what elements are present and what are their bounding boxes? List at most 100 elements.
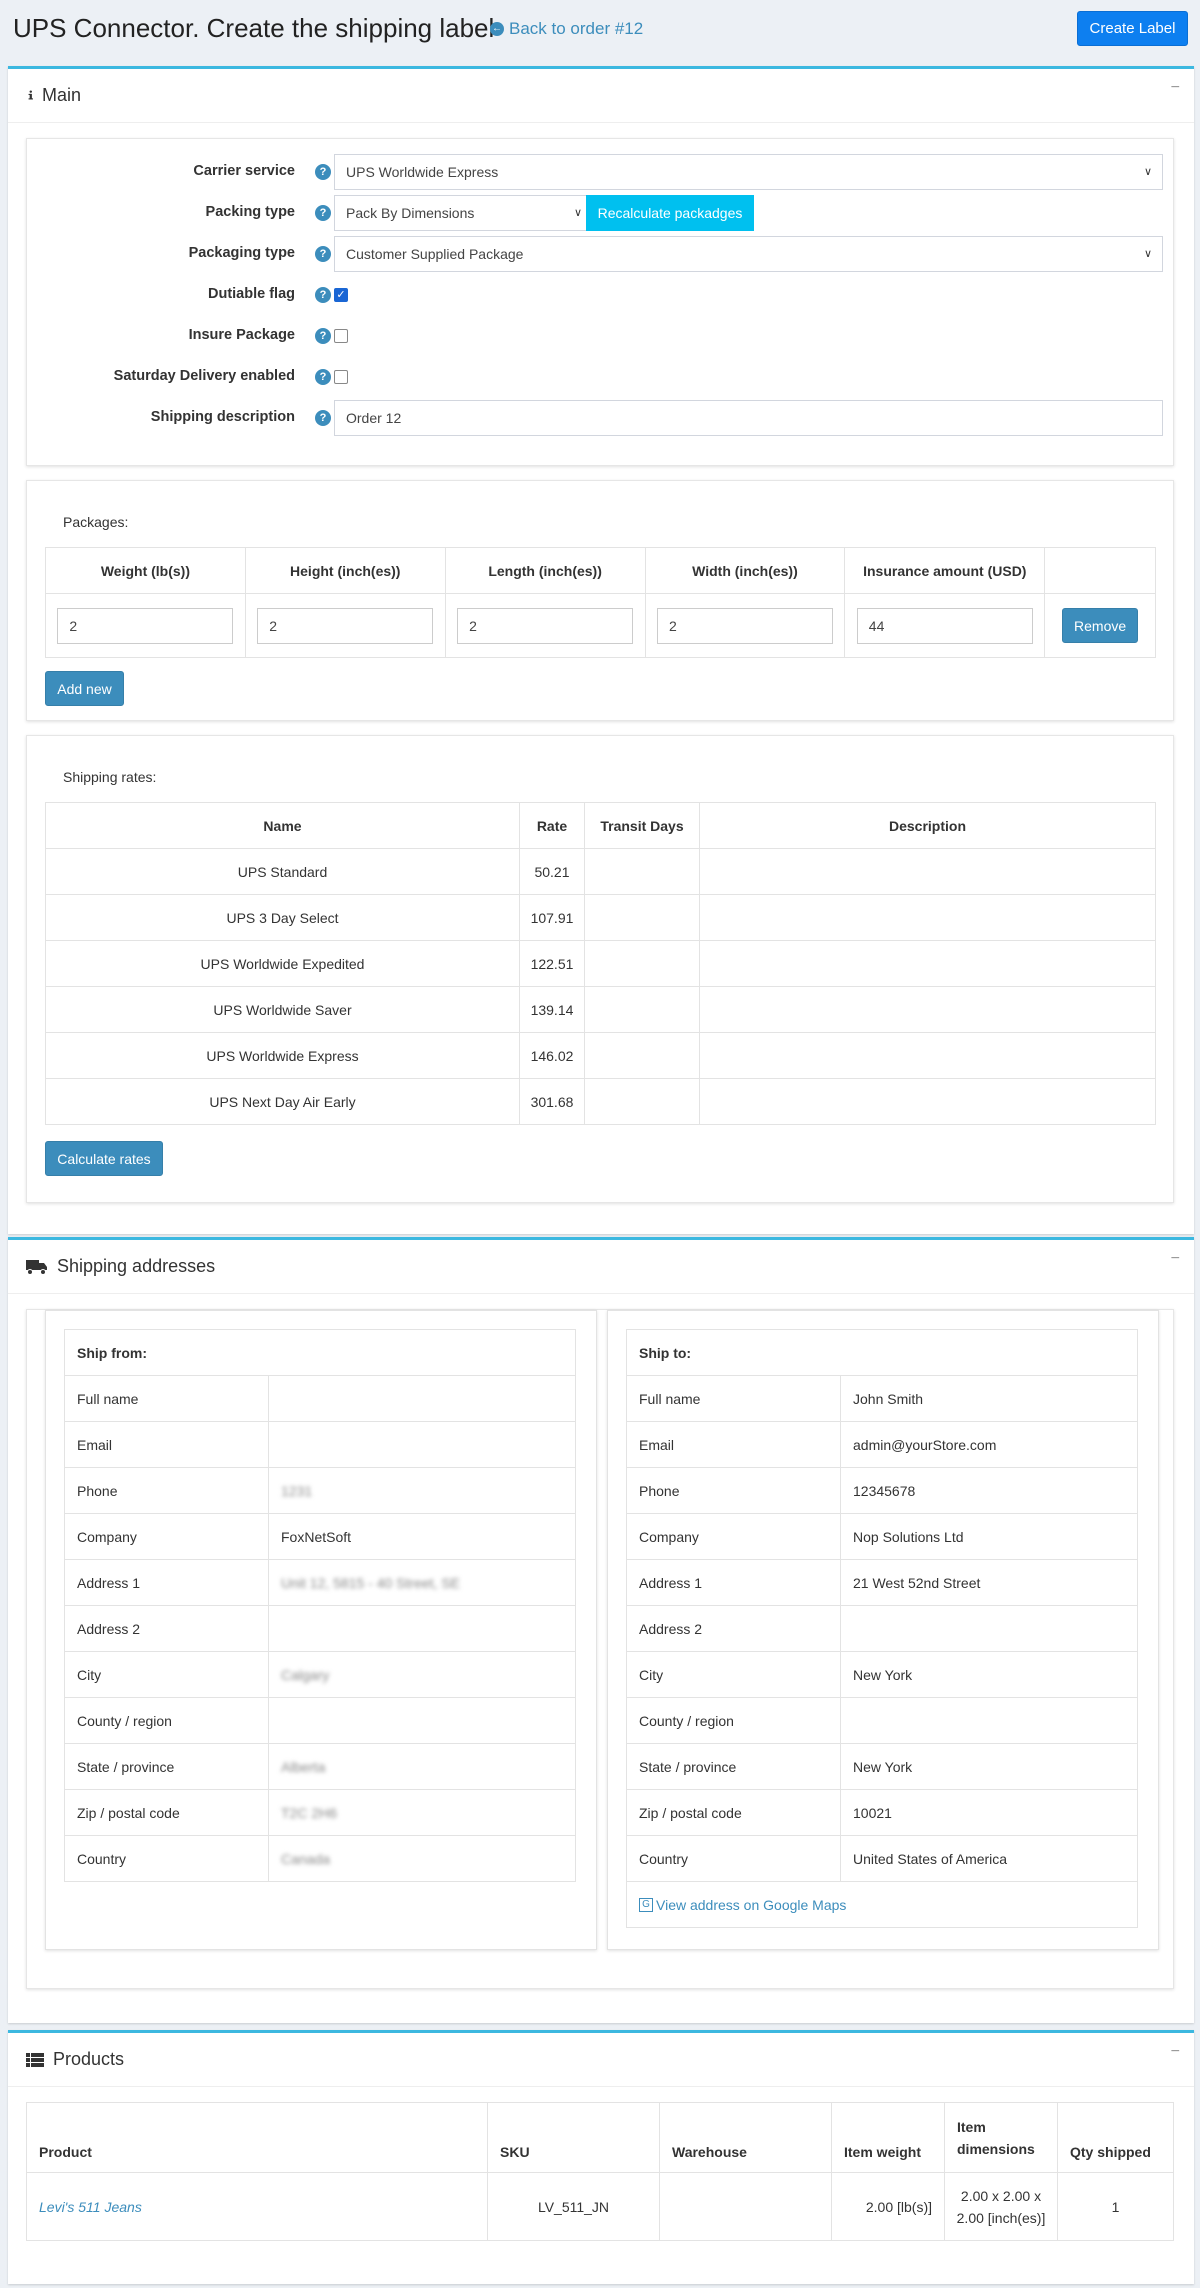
help-icon[interactable]: ? bbox=[315, 328, 331, 344]
dutiable-row: Dutiable flag ? ✓ bbox=[27, 277, 1175, 313]
saturday-label: Saturday Delivery enabled bbox=[113, 368, 295, 384]
products-card-title: Products bbox=[53, 2049, 125, 2069]
addresses-card: Shipping addresses − Ship from: Full nam… bbox=[8, 1237, 1194, 2023]
col-width: Width (inch(es)) bbox=[644, 547, 846, 594]
ship-to-heading: Ship to: bbox=[626, 1329, 1138, 1376]
warehouse-cell bbox=[659, 2172, 832, 2241]
carrier-service-row: Carrier service ? UPS Worldwide Express … bbox=[27, 154, 1175, 190]
length-cell: 2 bbox=[444, 593, 646, 658]
col-warehouse: Warehouse bbox=[659, 2102, 832, 2173]
col-item-dimensions: Item dimensions bbox=[944, 2102, 1058, 2173]
rate-transit bbox=[584, 1078, 700, 1125]
google-maps-link[interactable]: G View address on Google Maps bbox=[639, 1897, 1125, 1913]
help-icon[interactable]: ? bbox=[315, 410, 331, 426]
rate-row[interactable]: UPS Worldwide Expedited 122.51 bbox=[45, 940, 1156, 987]
back-arrow-icon: ← bbox=[490, 22, 504, 36]
ship-from-heading: Ship from: bbox=[64, 1329, 576, 1376]
product-link[interactable]: Levi's 511 Jeans bbox=[39, 2199, 142, 2215]
col-actions bbox=[1044, 547, 1156, 594]
col-name: Name bbox=[45, 802, 520, 849]
addr-label: City bbox=[64, 1651, 269, 1698]
help-icon[interactable]: ? bbox=[315, 164, 331, 180]
page-title: UPS Connector. Create the shipping label bbox=[13, 13, 495, 43]
sku-cell: LV_511_JN bbox=[487, 2172, 660, 2241]
weight-input[interactable]: 2 bbox=[57, 607, 234, 644]
saturday-checkbox[interactable] bbox=[334, 370, 348, 384]
rate-transit bbox=[584, 1032, 700, 1079]
rate-row[interactable]: UPS Next Day Air Early 301.68 bbox=[45, 1078, 1156, 1125]
packages-table: Weight (lb(s)) Height (inch(es)) Length … bbox=[45, 547, 1156, 658]
carrier-service-value: UPS Worldwide Express bbox=[346, 164, 499, 180]
addr-label: State / province bbox=[626, 1743, 841, 1790]
help-icon[interactable]: ? bbox=[315, 246, 331, 262]
addr-value: John Smith bbox=[840, 1375, 1138, 1422]
col-sku: SKU bbox=[487, 2102, 660, 2173]
back-to-order-link[interactable]: ← Back to order #12 bbox=[490, 19, 643, 39]
rate-row[interactable]: UPS 3 Day Select 107.91 bbox=[45, 894, 1156, 941]
page-header: UPS Connector. Create the shipping label… bbox=[0, 0, 1200, 62]
help-icon[interactable]: ? bbox=[315, 205, 331, 221]
collapse-main-icon[interactable]: − bbox=[1171, 79, 1180, 97]
col-qty-shipped: Qty shipped bbox=[1057, 2102, 1174, 2173]
addr-label: Company bbox=[64, 1513, 269, 1560]
rate-name: UPS Next Day Air Early bbox=[45, 1078, 520, 1125]
rate-transit bbox=[584, 940, 700, 987]
length-input[interactable]: 2 bbox=[457, 607, 634, 644]
addr-value: Canada bbox=[268, 1835, 576, 1882]
recalculate-packages-button[interactable]: Recalculate packadges bbox=[586, 195, 754, 231]
height-input[interactable]: 2 bbox=[257, 607, 434, 644]
collapse-addresses-icon[interactable]: − bbox=[1171, 1250, 1180, 1268]
insurance-input[interactable]: 44 bbox=[856, 607, 1033, 644]
help-icon[interactable]: ? bbox=[315, 287, 331, 303]
addr-value: T2C 2H6 bbox=[268, 1789, 576, 1836]
back-to-order-label: Back to order #12 bbox=[509, 19, 644, 38]
packing-type-select[interactable]: Pack By Dimensions ∨ bbox=[334, 195, 593, 231]
rate-transit bbox=[584, 848, 700, 895]
rate-row[interactable]: UPS Standard 50.21 bbox=[45, 848, 1156, 895]
addr-label: Zip / postal code bbox=[64, 1789, 269, 1836]
rates-box: Shipping rates: Name Rate Transit Days D… bbox=[26, 735, 1174, 1203]
col-rate: Rate bbox=[519, 802, 585, 849]
addr-value: 12345678 bbox=[840, 1467, 1138, 1514]
addr-value: 21 West 52nd Street bbox=[840, 1559, 1138, 1606]
addresses-card-header[interactable]: Shipping addresses − bbox=[8, 1240, 1194, 1294]
addr-label: Country bbox=[626, 1835, 841, 1882]
addresses-card-title: Shipping addresses bbox=[57, 1256, 216, 1276]
dutiable-checkbox[interactable]: ✓ bbox=[334, 288, 348, 302]
product-cell: Levi's 511 Jeans bbox=[26, 2172, 488, 2241]
calculate-rates-button[interactable]: Calculate rates bbox=[45, 1141, 163, 1176]
col-description: Description bbox=[699, 802, 1156, 849]
remove-package-button[interactable]: Remove bbox=[1062, 608, 1139, 643]
addr-value: New York bbox=[840, 1743, 1138, 1790]
add-new-package-button[interactable]: Add new bbox=[45, 671, 124, 706]
collapse-products-icon[interactable]: − bbox=[1171, 2043, 1180, 2061]
rate-name: UPS Worldwide Express bbox=[45, 1032, 520, 1079]
products-card-header[interactable]: Products − bbox=[8, 2033, 1194, 2087]
carrier-service-select[interactable]: UPS Worldwide Express ∨ bbox=[334, 154, 1163, 190]
rate-row[interactable]: UPS Worldwide Saver 139.14 bbox=[45, 986, 1156, 1033]
ship-from-box: Ship from: Full name Email Phone 1231 Com… bbox=[45, 1310, 597, 1950]
create-label-button[interactable]: Create Label bbox=[1077, 11, 1188, 46]
insure-checkbox[interactable] bbox=[334, 329, 348, 343]
shipping-description-input[interactable]: Order 12 bbox=[334, 400, 1163, 436]
ship-from-table: Ship from: Full name Email Phone 1231 Com… bbox=[64, 1329, 576, 1882]
col-product: Product bbox=[26, 2102, 488, 2173]
remove-cell: Remove bbox=[1044, 593, 1156, 658]
addr-label: Address 2 bbox=[64, 1605, 269, 1652]
packaging-type-label: Packaging type bbox=[188, 245, 295, 261]
col-length: Length (inch(es)) bbox=[444, 547, 646, 594]
addr-label: State / province bbox=[64, 1743, 269, 1790]
packaging-type-select[interactable]: Customer Supplied Package ∨ bbox=[334, 236, 1163, 272]
rate-row[interactable]: UPS Worldwide Express 146.02 bbox=[45, 1032, 1156, 1079]
width-input[interactable]: 2 bbox=[656, 607, 833, 644]
help-icon[interactable]: ? bbox=[315, 369, 331, 385]
ship-to-box: Ship to: Full name John Smith Email admin@… bbox=[607, 1310, 1159, 1950]
addr-value: Unit 12, 5815 - 40 Street, SE bbox=[268, 1559, 576, 1606]
main-card-header[interactable]: Main − bbox=[8, 69, 1194, 123]
rate-description bbox=[699, 848, 1156, 895]
addr-label: Country bbox=[64, 1835, 269, 1882]
col-height: Height (inch(es)) bbox=[244, 547, 446, 594]
carrier-service-label: Carrier service bbox=[193, 163, 295, 179]
addr-value bbox=[268, 1697, 576, 1744]
packing-type-label: Packing type bbox=[205, 204, 295, 220]
